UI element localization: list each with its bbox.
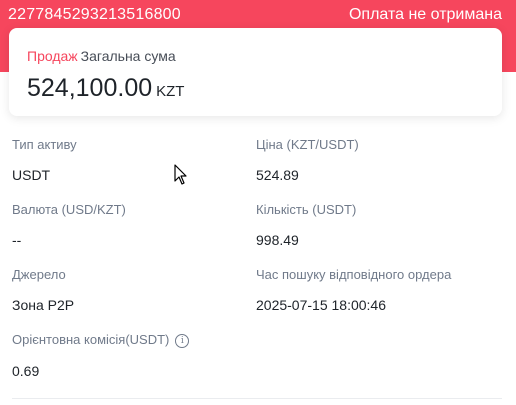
fee-label-row: Орієнтовна комісія(USDT) i: [12, 332, 190, 348]
info-icon[interactable]: i: [175, 334, 190, 348]
price-field: Ціна (KZT/USDT) 524.89: [256, 137, 359, 183]
asset-type-value: USDT: [12, 167, 51, 183]
asset-type-label: Тип активу: [12, 137, 77, 152]
total-label: Загальна сума: [80, 48, 176, 64]
quantity-value: 998.49: [256, 232, 299, 248]
match-time-field: Час пошуку відповідного ордера 2025-07-1…: [256, 267, 451, 313]
total-amount-card: Продаж Загальна сума 524,100.00 KZT: [9, 28, 502, 116]
total-amount: 524,100.00: [27, 74, 153, 102]
price-label: Ціна (KZT/USDT): [256, 137, 359, 152]
total-label-row: Продаж Загальна сума: [27, 48, 176, 64]
match-time-value: 2025-07-15 18:00:46: [256, 297, 386, 313]
order-status: Оплата не отримана: [348, 6, 502, 23]
source-label: Джерело: [12, 267, 66, 282]
divider: [12, 398, 502, 399]
order-number[interactable]: 2277845293213516800: [8, 6, 181, 24]
trade-side: Продаж: [27, 48, 78, 64]
match-time-label: Час пошуку відповідного ордера: [256, 267, 452, 282]
source-value: Зона P2P: [12, 297, 75, 313]
price-value: 524.89: [256, 167, 299, 183]
total-currency: KZT: [156, 83, 185, 100]
fee-value: 0.69: [12, 363, 40, 379]
mouse-cursor-icon: [174, 164, 187, 185]
quantity-field: Кількість (USDT) 998.49: [256, 202, 356, 248]
asset-type-field: Тип активу USDT: [12, 137, 77, 183]
currency-label: Валюта (USD/KZT): [12, 202, 126, 217]
fee-label: Орієнтовна комісія(USDT): [12, 332, 170, 347]
currency-value: --: [12, 232, 22, 248]
source-field: Джерело Зона P2P: [12, 267, 74, 313]
total-amount-row: 524,100.00 KZT: [27, 74, 184, 103]
currency-field: Валюта (USD/KZT) --: [12, 202, 126, 248]
quantity-label: Кількість (USDT): [256, 202, 357, 217]
fee-field: Орієнтовна комісія(USDT) i 0.69: [12, 332, 190, 379]
